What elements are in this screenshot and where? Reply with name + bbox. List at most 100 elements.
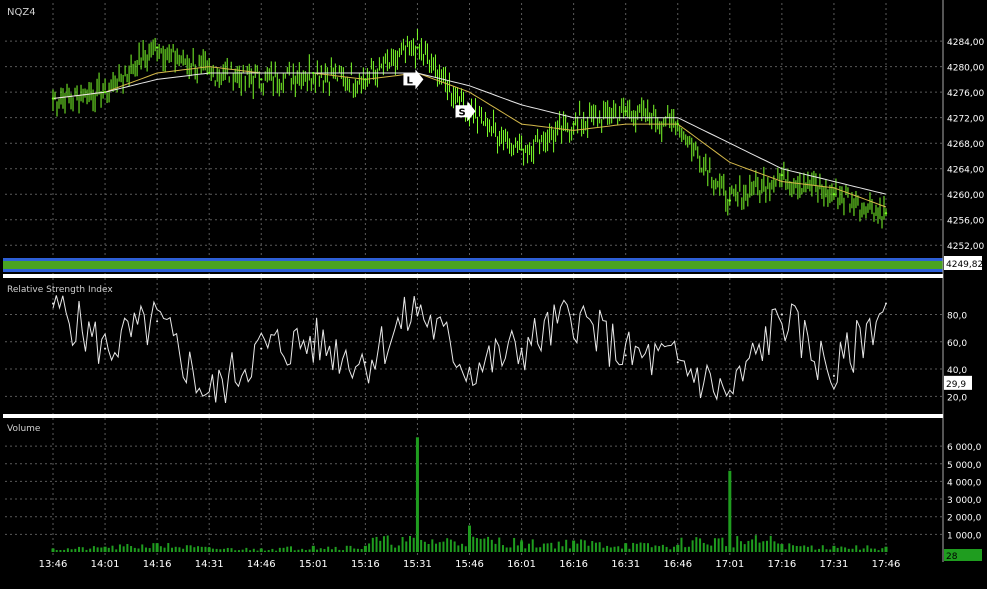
volume-bar[interactable] — [323, 548, 326, 552]
price-point[interactable] — [155, 46, 159, 49]
volume-bar[interactable] — [554, 548, 557, 552]
volume-bar[interactable] — [189, 545, 192, 552]
volume-bar[interactable] — [624, 543, 628, 552]
volume-bar[interactable] — [475, 538, 478, 552]
volume-bar[interactable] — [472, 536, 475, 552]
volume-bar[interactable] — [363, 545, 367, 552]
volume-bar[interactable] — [171, 547, 173, 552]
volume-bar[interactable] — [442, 541, 445, 552]
volume-bar[interactable] — [580, 539, 583, 552]
volume-bar[interactable] — [758, 542, 761, 552]
volume-bar[interactable] — [103, 546, 107, 552]
volume-bar[interactable] — [483, 538, 486, 552]
volume-bar[interactable] — [728, 470, 732, 552]
price-point[interactable] — [207, 71, 211, 75]
volume-bar[interactable] — [628, 548, 631, 552]
volume-bar[interactable] — [487, 536, 490, 552]
volume-bar[interactable] — [382, 536, 385, 552]
volume-bar[interactable] — [643, 543, 646, 552]
volume-bar[interactable] — [386, 535, 389, 552]
rsi-point[interactable] — [832, 374, 835, 377]
volume-bar[interactable] — [884, 546, 888, 552]
volume-bar[interactable] — [658, 546, 661, 552]
volume-bar[interactable] — [721, 537, 724, 552]
volume-bar[interactable] — [342, 550, 345, 552]
volume-bar[interactable] — [754, 535, 757, 552]
volume-bar[interactable] — [699, 538, 702, 552]
volume-bar[interactable] — [654, 545, 657, 552]
volume-bar[interactable] — [319, 548, 322, 552]
volume-bar[interactable] — [122, 546, 125, 552]
volume-bar[interactable] — [650, 547, 653, 552]
volume-bar[interactable] — [609, 547, 612, 552]
volume-bar[interactable] — [747, 540, 750, 552]
volume-bar[interactable] — [174, 546, 177, 552]
volume-bar[interactable] — [542, 543, 545, 552]
volume-bar[interactable] — [256, 550, 259, 552]
rsi-point[interactable] — [52, 302, 54, 305]
rsi-point[interactable] — [208, 395, 211, 398]
volume-bar[interactable] — [792, 545, 795, 552]
volume-bar[interactable] — [803, 545, 806, 552]
volume-bar[interactable] — [241, 549, 244, 552]
volume-bar[interactable] — [881, 548, 884, 552]
volume-bar[interactable] — [63, 549, 66, 552]
volume-bar[interactable] — [85, 549, 88, 552]
volume-bar[interactable] — [360, 549, 363, 552]
volume-bar[interactable] — [717, 538, 720, 552]
volume-bar[interactable] — [736, 536, 739, 552]
volume-bar[interactable] — [732, 547, 735, 552]
volume-bar[interactable] — [211, 548, 214, 552]
volume-bar[interactable] — [182, 548, 185, 552]
volume-bar[interactable] — [788, 543, 791, 552]
volume-bar[interactable] — [263, 550, 266, 552]
volume-bar[interactable] — [739, 541, 742, 552]
volume-bar[interactable] — [528, 543, 530, 552]
rsi-point[interactable] — [364, 361, 367, 364]
volume-bar[interactable] — [379, 540, 382, 552]
volume-bar[interactable] — [297, 549, 300, 552]
chart-canvas[interactable]: L S 4249,82 29,9 28 4284,00 4280,00 4276,00 4… — [0, 0, 987, 585]
volume-bar[interactable] — [524, 548, 527, 552]
rsi-point[interactable] — [156, 320, 159, 323]
price-point[interactable] — [780, 173, 784, 177]
volume-bar[interactable] — [847, 548, 850, 552]
volume-bar[interactable] — [844, 547, 847, 552]
volume-bar[interactable] — [304, 550, 307, 552]
volume-bar[interactable] — [449, 539, 452, 552]
volume-bar[interactable] — [572, 540, 576, 552]
volume-bar[interactable] — [282, 547, 285, 552]
volume-bar[interactable] — [427, 543, 430, 552]
volume-bar[interactable] — [773, 541, 776, 552]
volume-bar[interactable] — [193, 547, 196, 552]
volume-bar[interactable] — [866, 545, 869, 552]
volume-bar[interactable] — [799, 546, 802, 552]
volume-bar[interactable] — [226, 547, 229, 552]
volume-bar[interactable] — [267, 550, 270, 552]
volume-bar[interactable] — [673, 546, 676, 552]
volume-bar[interactable] — [438, 542, 441, 552]
volume-bar[interactable] — [200, 546, 203, 552]
rsi-point[interactable] — [780, 313, 783, 316]
volume-bar[interactable] — [520, 541, 524, 552]
volume-bar[interactable] — [780, 544, 784, 552]
volume-bar[interactable] — [568, 548, 571, 552]
price-point[interactable] — [884, 212, 888, 215]
volume-bar[interactable] — [557, 541, 560, 552]
volume-bar[interactable] — [713, 538, 716, 552]
volume-bar[interactable] — [185, 545, 188, 552]
volume-bar[interactable] — [92, 546, 95, 552]
volume-bar[interactable] — [394, 547, 397, 552]
volume-bar[interactable] — [710, 545, 713, 552]
volume-bar[interactable] — [316, 549, 319, 552]
rsi-point[interactable] — [312, 340, 315, 343]
volume-bar[interactable] — [479, 538, 482, 552]
trading-chart[interactable]: L S 4249,82 29,9 28 4284,00 4280,00 4276,00 4… — [0, 0, 987, 585]
volume-bar[interactable] — [594, 542, 597, 552]
volume-bar[interactable] — [311, 545, 315, 552]
volume-bar[interactable] — [498, 537, 501, 552]
rsi-point[interactable] — [260, 347, 263, 350]
volume-bar[interactable] — [818, 548, 821, 552]
volume-bar[interactable] — [840, 546, 843, 552]
volume-bar[interactable] — [855, 545, 858, 552]
